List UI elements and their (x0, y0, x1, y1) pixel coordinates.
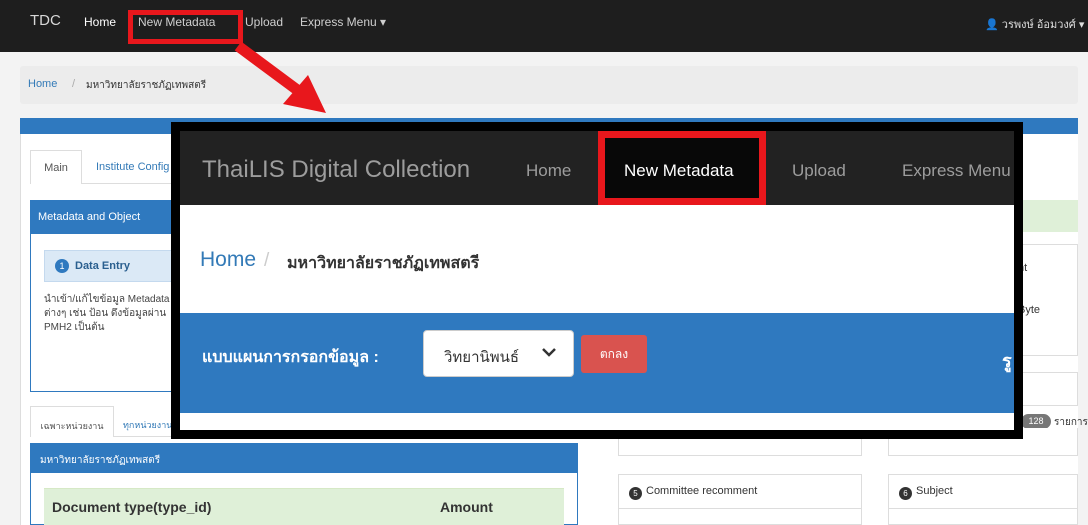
breadcrumb: Home / มหาวิทยาลัยราชภัฏเทพสตรี (20, 66, 1078, 104)
zoom-inset: ThaiLIS Digital Collection Home New Meta… (180, 131, 1014, 430)
org-panel-header: มหาวิทยาลัยราชภัฏเทพสตรี (30, 443, 578, 473)
nav-item-express-menu[interactable]: Express Menu ▾ (300, 15, 386, 29)
data-entry-description: นำเข้า/แก้ไขข้อมูล Metadata ต่างๆ เช่น ป… (44, 294, 170, 333)
subject-card-title: Subject (916, 485, 953, 497)
data-entry-title: Data Entry (75, 260, 131, 272)
breadcrumb-current: มหาวิทยาลัยราชภัฏเทพสตรี (86, 80, 207, 91)
info-strip (1015, 200, 1078, 232)
step-number-icon: 5 (629, 487, 642, 500)
data-entry-header[interactable]: 1 Data Entry (44, 250, 174, 282)
tab-all-units[interactable]: ทุกหน่วยงาน (123, 418, 172, 432)
card-divider (619, 508, 861, 509)
highlight-box (128, 10, 243, 44)
stats-box-2 (1015, 372, 1078, 406)
metadata-panel-header: Metadata and Object (30, 200, 180, 234)
card-divider (889, 508, 1077, 509)
step-number-icon: 1 (55, 259, 69, 273)
tab-own-unit-label: เฉพาะหน่วยงาน (40, 421, 104, 431)
ok-button[interactable]: ตกลง (581, 335, 647, 373)
step-number-icon: 6 (899, 487, 912, 500)
column-amount[interactable]: Amount (440, 499, 493, 515)
nav-item-upload[interactable]: Upload (245, 15, 283, 29)
user-name: วรพงษ์ อ้อมวงศ์ ▾ (1001, 19, 1085, 31)
zoom-breadcrumb-separator: / (264, 250, 270, 271)
form-text-fragment: รู (1002, 351, 1012, 371)
zoom-nav-upload[interactable]: Upload (792, 161, 846, 181)
tab-main[interactable]: Main (30, 150, 82, 184)
tab-own-unit[interactable]: เฉพาะหน่วยงาน (30, 406, 114, 437)
template-select[interactable]: วิทยานิพนธ์ (423, 330, 574, 377)
stats-box (1015, 244, 1078, 356)
tab-main-label: Main (44, 162, 68, 174)
count-badge: 128 (1021, 414, 1051, 429)
zoom-breadcrumb-home[interactable]: Home (200, 248, 256, 272)
tab-institute-config[interactable]: Institute Config (96, 161, 169, 173)
committee-card[interactable]: 5 Committee recomment (618, 474, 862, 525)
chevron-down-icon (542, 348, 556, 357)
user-menu[interactable]: 👤 วรพงษ์ อ้อมวงศ์ ▾ (985, 15, 1084, 33)
zoom-breadcrumb-current: มหาวิทยาลัยราชภัฏเทพสตรี (287, 255, 480, 272)
metadata-panel-title: Metadata and Object (38, 211, 141, 223)
breadcrumb-separator: / (72, 78, 76, 90)
template-label: แบบแผนการกรอกข้อมูล : (202, 349, 379, 366)
template-select-value: วิทยานิพนธ์ (444, 349, 520, 366)
zoom-nav-express-menu[interactable]: Express Menu (902, 161, 1011, 181)
breadcrumb-home-link[interactable]: Home (28, 78, 57, 90)
user-icon: 👤 (985, 19, 999, 31)
nav-item-home[interactable]: Home (84, 15, 116, 29)
column-document-type[interactable]: Document type(type_id) (52, 499, 211, 515)
org-panel-title: มหาวิทยาลัยราชภัฏเทพสตรี (40, 455, 161, 466)
zoom-nav-home[interactable]: Home (526, 161, 571, 181)
committee-card-title: Committee recomment (646, 485, 758, 497)
subject-card[interactable]: 6 Subject (888, 474, 1078, 525)
zoom-nav-new-metadata[interactable]: New Metadata (624, 161, 734, 181)
navbar-brand[interactable]: TDC (30, 12, 61, 29)
table-header: Document type(type_id) Amount (44, 488, 564, 525)
zoom-navbar-brand[interactable]: ThaiLIS Digital Collection (202, 156, 470, 184)
